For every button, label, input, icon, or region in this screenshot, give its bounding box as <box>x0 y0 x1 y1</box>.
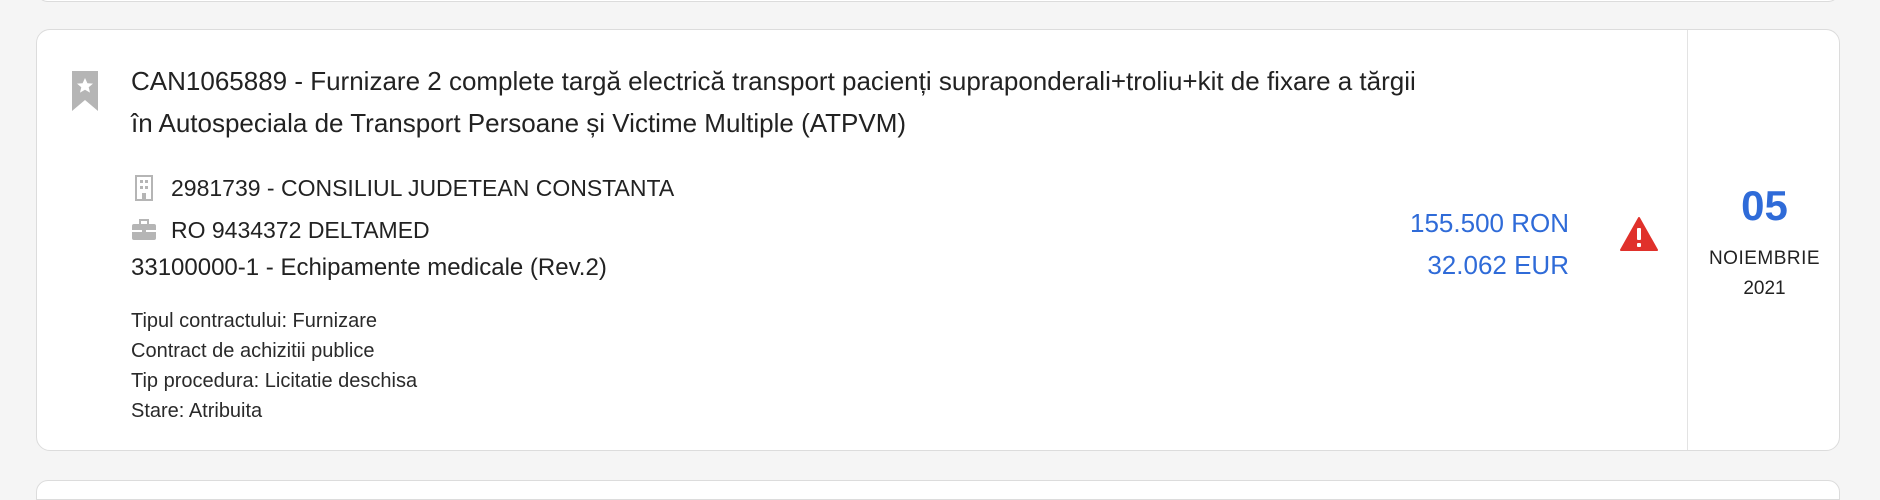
previous-notice-card <box>36 0 1840 2</box>
warning-triangle-icon[interactable] <box>1619 216 1659 252</box>
bookmark-star-icon[interactable] <box>71 70 99 112</box>
value-ron: 155.500 RON <box>1410 208 1569 238</box>
contract-type: Tipul contractului: Furnizare <box>131 310 378 332</box>
cpv-code: 33100000-1 - Echipamente medicale (Rev.2… <box>131 254 607 281</box>
date-month: NOIEMBRIE <box>1708 248 1821 269</box>
value-eur: 32.062 EUR <box>1427 250 1569 280</box>
supplier-name: RO 9434372 DELTAMED <box>171 216 430 243</box>
date-day: 05 <box>1741 182 1788 229</box>
building-icon <box>131 175 157 201</box>
notice-details: Tipul contractului: Furnizare Contract d… <box>131 306 417 426</box>
notice-status: Stare: Atribuita <box>131 400 263 422</box>
publication-date: 05 NOIEMBRIE 2021 <box>1687 30 1839 450</box>
contracting-authority: 2981739 - CONSILIUL JUDETEAN CONSTANTA <box>131 172 674 204</box>
authority-name: 2981739 - CONSILIUL JUDETEAN CONSTANTA <box>171 174 675 201</box>
contract-value: 155.500 RON 32.062 EUR <box>1410 202 1569 286</box>
briefcase-icon <box>131 217 157 243</box>
notice-card[interactable]: CAN1065889 - Furnizare 2 complete targă … <box>36 29 1840 451</box>
procedure-type: Tip procedura: Licitatie deschisa <box>131 370 418 392</box>
notice-title[interactable]: CAN1065889 - Furnizare 2 complete targă … <box>131 60 1431 144</box>
contract-category: Contract de achizitii publice <box>131 340 375 362</box>
next-notice-card <box>36 480 1840 500</box>
date-year: 2021 <box>1743 278 1786 299</box>
supplier: RO 9434372 DELTAMED <box>131 214 430 246</box>
